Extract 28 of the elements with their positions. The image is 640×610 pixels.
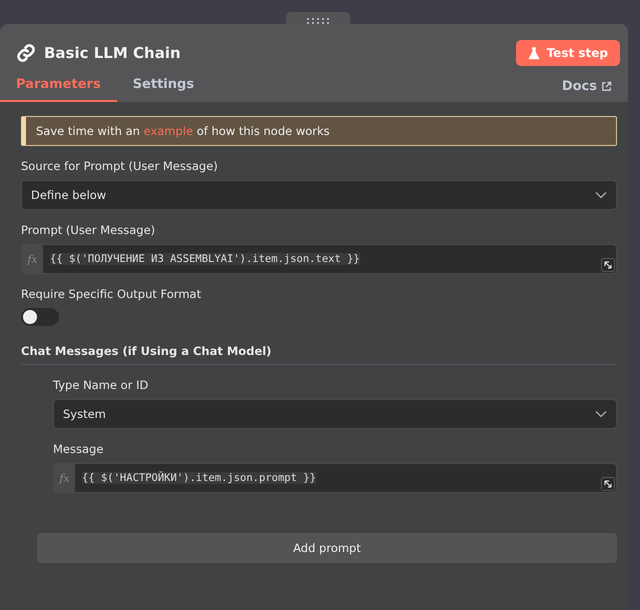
link-icon xyxy=(16,43,36,63)
expand-icon[interactable] xyxy=(601,258,615,272)
notice-text: Save time with an example of how this node works xyxy=(36,124,330,138)
node-title: Basic LLM Chain xyxy=(44,44,182,62)
section-heading: Chat Messages (if Using a Chat Model) xyxy=(21,344,617,365)
expression-field[interactable]: fx {{ $('ПОЛУЧЕНИЕ ИЗ ASSEMBLYAI').item.json.text }} xyxy=(21,244,617,274)
field-label: Source for Prompt (User Message) xyxy=(21,159,219,173)
toggle-switch[interactable] xyxy=(21,308,59,326)
fx-label: fx xyxy=(54,464,75,492)
expression-text: {{ $('НАСТРОЙКИ').item.json.prompt }} xyxy=(82,472,316,484)
drag-handle-icon xyxy=(305,17,331,25)
select-field[interactable]: Define below xyxy=(21,180,617,210)
select-field[interactable]: System xyxy=(53,399,617,429)
external-link-icon xyxy=(601,81,612,92)
chevron-down-icon xyxy=(595,410,607,418)
expand-icon[interactable] xyxy=(601,477,615,491)
expression-field[interactable]: fx {{ $('НАСТРОЙКИ').item.json.prompt }} xyxy=(53,463,617,493)
flask-icon xyxy=(528,46,540,60)
add-prompt-button[interactable]: Add prompt xyxy=(37,533,617,563)
chevron-down-icon xyxy=(595,191,607,199)
field-label: Message xyxy=(53,442,104,456)
expression-text: {{ $('ПОЛУЧЕНИЕ ИЗ ASSEMBLYAI').item.json.text }} xyxy=(50,253,360,265)
tab[interactable]: Settings xyxy=(116,77,210,102)
field-label: Type Name or ID xyxy=(53,378,150,392)
field-label: Prompt (User Message) xyxy=(21,223,156,237)
fx-label: fx xyxy=(22,245,43,273)
docs-link[interactable]: Docs xyxy=(562,79,612,102)
field-label: Require Specific Output Format xyxy=(21,287,202,301)
